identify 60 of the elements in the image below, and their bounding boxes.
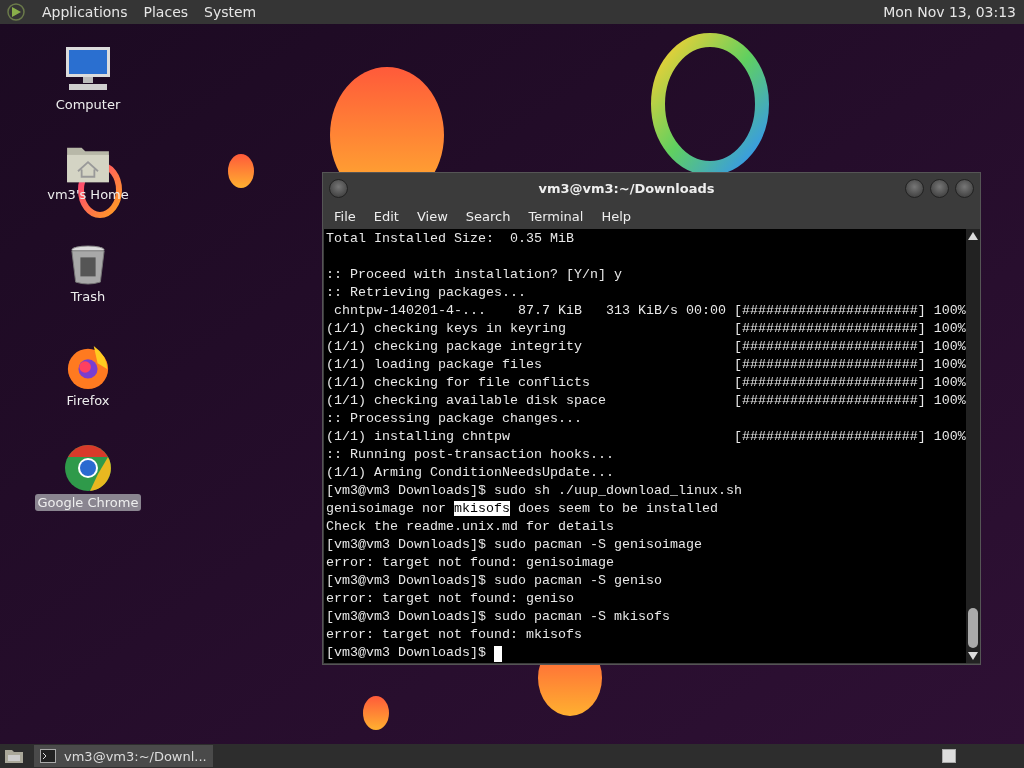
terminal-line: (1/1) checking package integrity bbox=[326, 338, 583, 356]
play-logo-icon[interactable] bbox=[6, 2, 26, 22]
terminal-line: :: Proceed with installation? [Y/n] y bbox=[326, 266, 622, 284]
desktop-icon-label[interactable]: Firefox bbox=[63, 392, 113, 409]
progress-bar-text: [######################] 100% bbox=[733, 356, 966, 374]
panel-menu[interactable]: System bbox=[204, 2, 257, 22]
terminal-line: Check the readme.unix.md for details bbox=[326, 518, 614, 536]
terminal-line: chntpw-140201-4-... 87.7 KiB 313 KiB/s 00:00 bbox=[333, 302, 727, 320]
scroll-down-arrow-icon[interactable] bbox=[968, 652, 978, 660]
window-menu-button[interactable] bbox=[329, 178, 348, 198]
progress-bar-text: [######################] 100% bbox=[733, 320, 966, 338]
terminal-line: (1/1) checking available disk space bbox=[326, 392, 607, 410]
desktop-icon-label[interactable]: Trash bbox=[67, 288, 109, 305]
close-button[interactable] bbox=[955, 178, 974, 198]
terminal-line: :: Processing package changes... bbox=[326, 410, 582, 428]
terminal-line: [vm3@vm3 Downloads]$ sudo pacman -S mkisofs bbox=[326, 608, 670, 626]
menu-item[interactable]: View bbox=[407, 208, 457, 224]
terminal-line: [vm3@vm3 Downloads]$ sudo pacman -S geniso bbox=[326, 572, 662, 590]
menu-item[interactable]: Terminal bbox=[519, 208, 593, 224]
panel-menu[interactable]: Places bbox=[143, 2, 189, 22]
terminal-line: (1/1) installing chntpw bbox=[326, 428, 511, 446]
terminal-line: error: target not found: mkisofs bbox=[326, 626, 582, 644]
menu-item[interactable]: Edit bbox=[364, 208, 408, 224]
clock[interactable]: Mon Nov 13, 03:13 bbox=[883, 4, 1016, 20]
terminal-line: (1/1) loading package files bbox=[326, 356, 543, 374]
firefox-icon[interactable] bbox=[65, 344, 111, 390]
terminal-line: [vm3@vm3 Downloads]$ sudo pacman -S genisoimage bbox=[326, 536, 702, 554]
progress-bar-text: [######################] 100% bbox=[733, 374, 966, 392]
progress-bar-text: [######################] 100% bbox=[733, 338, 966, 356]
progress-bar-text: [######################] 100% bbox=[733, 428, 966, 446]
trash-icon[interactable] bbox=[69, 244, 107, 286]
scroll-up-arrow-icon[interactable] bbox=[968, 232, 978, 240]
minimize-button[interactable] bbox=[905, 178, 924, 198]
progress-bar-text: [######################] 100% bbox=[733, 392, 966, 410]
terminal-line: genisoimage nor mkisofs does seem to be installed bbox=[326, 500, 718, 518]
terminal-icon bbox=[40, 749, 56, 763]
terminal-line: [vm3@vm3 Downloads]$ sudo sh ./uup_download_linux.sh bbox=[326, 482, 742, 500]
terminal-line: Total Installed Size: 0.35 MiB bbox=[326, 230, 574, 248]
terminal-line: :: Retrieving packages... bbox=[326, 284, 526, 302]
taskbar-button[interactable]: vm3@vm3:~/Downl... bbox=[34, 745, 213, 767]
scrollbar[interactable] bbox=[966, 229, 980, 663]
terminal-line: (1/1) checking for file conflicts bbox=[326, 374, 591, 392]
menu-item[interactable]: File bbox=[325, 208, 365, 224]
menu-item[interactable]: Help bbox=[592, 208, 641, 224]
maximize-button[interactable] bbox=[930, 178, 949, 198]
terminal-line: :: Running post-transaction hooks... bbox=[326, 446, 614, 464]
terminal-line: error: target not found: genisoimage bbox=[326, 554, 614, 572]
panel-menu[interactable]: Applications bbox=[42, 2, 128, 22]
show-desktop-icon[interactable] bbox=[4, 748, 24, 764]
terminal-line: (1/1) Arming ConditionNeedsUpdate... bbox=[326, 464, 614, 482]
scrollbar-thumb[interactable] bbox=[968, 608, 978, 648]
terminal-line: error: target not found: geniso bbox=[326, 590, 574, 608]
desktop-icon-label[interactable]: Computer bbox=[52, 96, 124, 113]
terminal-line: (1/1) checking keys in keyring bbox=[326, 320, 567, 338]
window-title: vm3@vm3:~/Downloads bbox=[537, 180, 716, 196]
progress-bar-text: [######################] 100% bbox=[733, 302, 966, 320]
menu-item[interactable]: Search bbox=[456, 208, 520, 224]
terminal-line: [vm3@vm3 Downloads]$ bbox=[326, 644, 487, 662]
chrome-icon[interactable] bbox=[64, 444, 112, 492]
workspace-switcher[interactable] bbox=[942, 749, 956, 763]
